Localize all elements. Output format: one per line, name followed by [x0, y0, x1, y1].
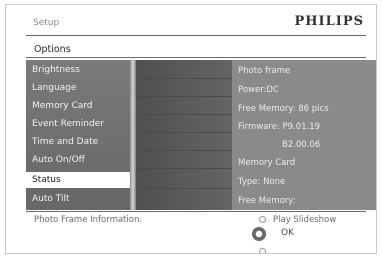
- info-firmware-secondary: B2.00.06: [282, 140, 321, 150]
- section-title: Setup: [33, 18, 60, 28]
- settings-panel: Brightness Language Memory Card Event Re…: [26, 60, 376, 210]
- options-title: Options: [34, 44, 71, 55]
- menu-item-language[interactable]: Language: [26, 80, 131, 96]
- info-device-name: Photo frame: [238, 66, 291, 76]
- info-free-memory: Free Memory: 86 pics: [238, 104, 329, 114]
- menu-item-auto-tilt[interactable]: Auto Tilt: [26, 191, 131, 207]
- photo-frame-screen: Setup PHILIPS Options Brightness Languag…: [5, 4, 377, 254]
- menu-item-time-and-date[interactable]: Time and Date: [26, 134, 131, 150]
- submenu-row-line: [136, 96, 231, 97]
- menu-item-auto-on-off[interactable]: Auto On/Off: [26, 152, 131, 168]
- info-card-type: Type: None: [238, 177, 286, 187]
- options-divider: [26, 57, 366, 58]
- info-memory-card: Memory Card: [238, 158, 296, 168]
- nav-up-icon[interactable]: [259, 216, 266, 223]
- ok-hint: OK: [281, 228, 294, 238]
- philips-logo: PHILIPS: [294, 14, 364, 29]
- menu-item-status[interactable]: Status: [26, 172, 131, 188]
- menu-item-brightness[interactable]: Brightness: [26, 62, 131, 78]
- info-card-free-memory: Free Memory:: [238, 196, 296, 206]
- options-menu: Brightness Language Memory Card Event Re…: [26, 60, 131, 210]
- menu-item-memory-card[interactable]: Memory Card: [26, 98, 131, 114]
- ok-button-icon[interactable]: [252, 227, 266, 241]
- submenu-row-line: [136, 188, 231, 189]
- header-divider: [26, 35, 366, 36]
- menu-item-event-reminder[interactable]: Event Reminder: [26, 116, 131, 132]
- submenu-row-line: [136, 150, 231, 151]
- info-firmware: Firmware: P9.01.19: [238, 122, 321, 132]
- item-description: Photo Frame Information.: [34, 215, 143, 225]
- submenu-row-line: [136, 168, 231, 169]
- submenu-row-line: [136, 132, 231, 133]
- nav-down-icon[interactable]: [259, 248, 266, 253]
- info-power: Power:DC: [238, 85, 279, 95]
- play-slideshow-hint: Play Slideshow: [273, 215, 337, 225]
- submenu-row-line: [136, 78, 231, 79]
- submenu-row-line: [136, 114, 231, 115]
- footer-divider: [26, 211, 366, 212]
